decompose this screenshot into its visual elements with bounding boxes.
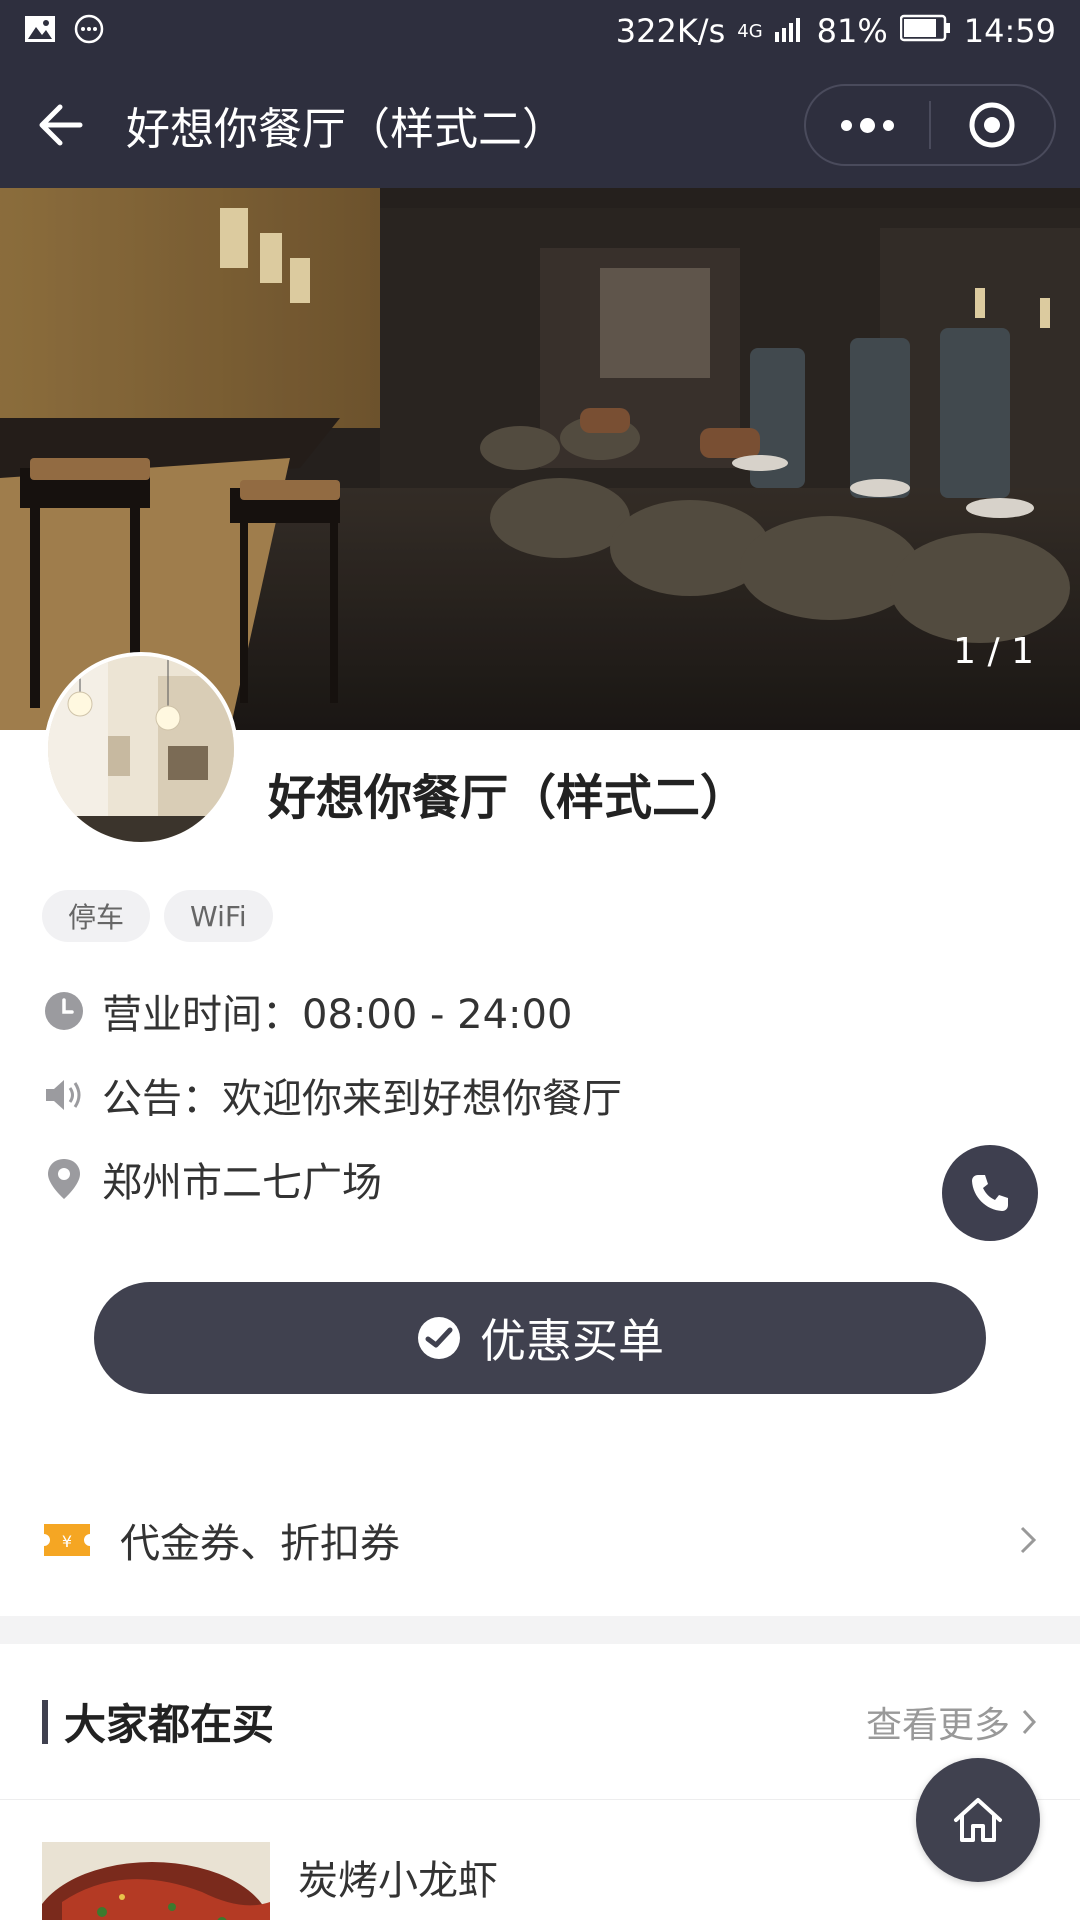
- phone-icon: [972, 1175, 1008, 1211]
- home-icon: [954, 1798, 1002, 1842]
- network-speed: 322K/s: [615, 12, 726, 50]
- shop-name: 好想你餐厅（样式二）: [268, 770, 749, 826]
- more-button[interactable]: [806, 86, 929, 164]
- battery-icon: [899, 12, 952, 50]
- discount-pay-button[interactable]: 优惠买单: [94, 1282, 986, 1394]
- clock-icon: [42, 989, 86, 1033]
- arrow-left-icon: [39, 104, 83, 146]
- mini-program-capsule: [804, 84, 1056, 166]
- call-button[interactable]: [942, 1145, 1038, 1241]
- shop-notice: 公告：欢迎你来到好想你餐厅: [42, 1066, 622, 1124]
- speaker-icon: [42, 1073, 86, 1117]
- product-image: [42, 1842, 270, 1920]
- shop-notice-text: 公告：欢迎你来到好想你餐厅: [102, 1076, 622, 1122]
- restaurant-interior-image: [0, 188, 1080, 730]
- popular-section-header: 大家都在买 查看更多: [0, 1644, 1080, 1800]
- section-title: 大家都在买: [64, 1700, 275, 1749]
- status-bar: 322K/s 4G 81% 14:59: [0, 0, 1080, 62]
- tag-parking: 停车: [42, 890, 151, 942]
- chevron-right-icon: [1020, 1526, 1037, 1554]
- coupon-label: 代金券、折扣券: [120, 1521, 400, 1567]
- feature-tags: 停车 WiFi: [42, 890, 273, 942]
- back-button[interactable]: [36, 95, 96, 155]
- more-dots-icon: [841, 117, 894, 133]
- business-hours: 营业时间：08:00 - 24:00: [42, 982, 572, 1040]
- product-thumbnail: [42, 1842, 270, 1920]
- shop-avatar-image: [48, 656, 234, 842]
- carousel-counter: 1 / 1: [953, 631, 1034, 672]
- chevron-right-icon: [1022, 1709, 1037, 1734]
- section-accent-bar: [42, 1699, 48, 1744]
- gallery-icon: [24, 15, 56, 47]
- location-pin-icon: [42, 1157, 86, 1201]
- nav-bar: 好想你餐厅（样式二）: [0, 62, 1080, 188]
- wechat-pay-icon: [418, 1317, 460, 1359]
- close-button[interactable]: [931, 86, 1054, 164]
- page-title: 好想你餐厅（样式二）: [126, 104, 566, 155]
- shop-address-text: 郑州市二七广场: [102, 1160, 382, 1206]
- coupon-entry[interactable]: ¥ 代金券、折扣券: [0, 1464, 1080, 1616]
- discount-pay-label: 优惠买单: [480, 1314, 664, 1368]
- view-more-label: 查看更多: [865, 1704, 1010, 1746]
- svg-text:¥: ¥: [62, 1532, 72, 1551]
- tag-wifi: WiFi: [164, 890, 273, 942]
- hero-carousel[interactable]: 1 / 1: [0, 188, 1080, 730]
- target-circle-icon: [969, 102, 1015, 148]
- shop-address[interactable]: 郑州市二七广场: [42, 1150, 382, 1208]
- shop-avatar: [44, 652, 238, 846]
- message-icon: [74, 14, 104, 48]
- signal-icon: [774, 12, 805, 50]
- business-hours-text: 营业时间：08:00 - 24:00: [102, 992, 573, 1038]
- clock-time: 14:59: [963, 12, 1056, 50]
- ticket-icon: ¥: [44, 1524, 90, 1556]
- home-button[interactable]: [916, 1758, 1040, 1882]
- view-more-link[interactable]: 查看更多: [866, 1696, 1038, 1748]
- battery-level: 81%: [816, 12, 888, 50]
- network-type: 4G: [737, 20, 763, 42]
- product-name: 炭烤小龙虾: [298, 1858, 498, 1904]
- section-divider: [0, 1616, 1080, 1644]
